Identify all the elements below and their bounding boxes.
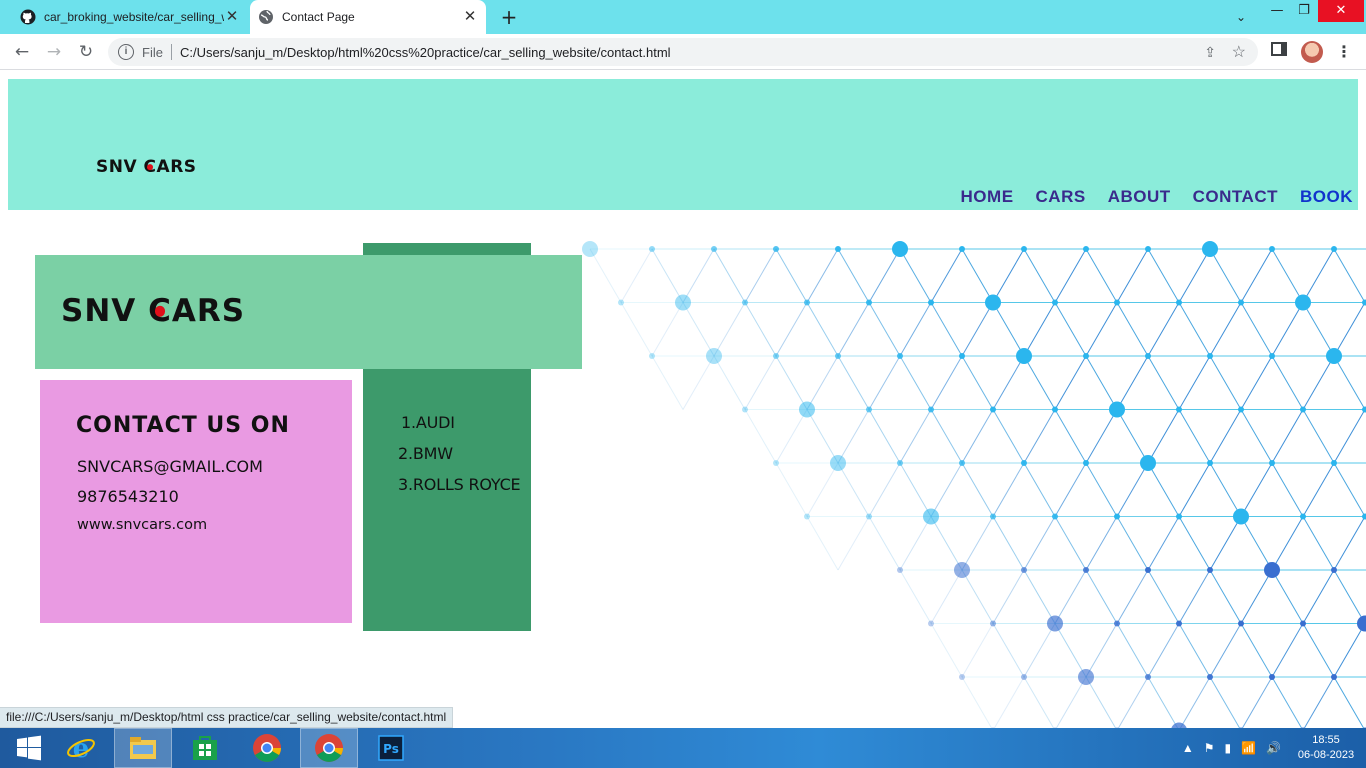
logo-c: C (144, 157, 157, 177)
svg-text:e: e (73, 734, 90, 763)
contact-phone: 9876543210 (77, 487, 179, 506)
windows-start-icon[interactable] (0, 728, 58, 768)
logo-text: ARS (156, 157, 197, 177)
clock-date: 06-08-2023 (1297, 749, 1355, 761)
kebab-menu-icon[interactable]: ⋮ (1336, 40, 1352, 64)
tab-search-chevron-icon[interactable]: ⌄ (1230, 6, 1252, 28)
page-viewport: SNV CARS HOME CARS ABOUT CONTACT BOOK SN… (0, 71, 1366, 728)
close-icon[interactable]: ✕ (224, 9, 240, 25)
address-bar[interactable]: i File C:/Users/sanju_m/Desktop/html%20c… (108, 38, 1258, 66)
action-center-flag-icon[interactable]: ⚑ (1204, 741, 1215, 755)
system-tray: ▲ ⚑ ▮ 📶 🔊 18:55 06-08-2023 (1177, 728, 1366, 768)
banner-logo: SNV CARS (61, 293, 245, 329)
battery-icon[interactable]: ▮ (1224, 741, 1231, 755)
chrome-icon[interactable] (300, 728, 358, 768)
clock[interactable]: 18:55 06-08-2023 (1286, 733, 1366, 763)
logo-red-dot (147, 164, 154, 170)
network-lines (589, 248, 1366, 728)
nav-book[interactable]: BOOK (1300, 187, 1353, 207)
github-icon (20, 9, 36, 25)
window-close-button[interactable]: ✕ (1318, 0, 1364, 22)
close-icon[interactable]: ✕ (462, 9, 478, 25)
contact-email: SNVCARS@GMAIL.COM (77, 457, 263, 476)
tab-label: Contact Page (282, 10, 355, 24)
logo-c: C (148, 293, 172, 329)
file-explorer-icon[interactable] (114, 728, 172, 768)
tab-strip: car_broking_website/car_selling_website … (0, 0, 1366, 34)
chrome-icon[interactable] (238, 728, 296, 768)
info-icon[interactable]: i (118, 44, 134, 60)
volume-icon[interactable]: 🔊 (1266, 741, 1281, 755)
photoshop-icon[interactable]: Ps (362, 728, 420, 768)
logo-text: ARS (171, 293, 246, 329)
share-icon[interactable]: ⇪ (1204, 44, 1216, 61)
list-item: 2.BMW (398, 444, 453, 463)
list-item: 3.ROLLS ROYCE (398, 475, 521, 494)
reload-icon[interactable]: ↻ (74, 40, 98, 64)
svg-text:Ps: Ps (383, 742, 399, 756)
tab-label: car_broking_website/car_selling_website (44, 10, 224, 24)
windows-store-icon[interactable] (176, 728, 234, 768)
logo-red-dot (154, 305, 166, 317)
globe-icon (258, 9, 274, 25)
scheme-label: File (142, 44, 163, 60)
back-arrow-icon[interactable]: ← (10, 40, 34, 64)
browser-toolbar: ← → ↻ i File C:/Users/sanju_m/Desktop/ht… (0, 34, 1366, 70)
car-list: 1.AUDI 2.BMW 3.ROLLS ROYCE (398, 407, 521, 500)
site-header: SNV CARS HOME CARS ABOUT CONTACT BOOK (8, 79, 1358, 210)
header-logo[interactable]: SNV CARS (96, 157, 197, 177)
show-hidden-icons-icon[interactable]: ▲ (1182, 741, 1194, 755)
link-status-bar: file:///C:/Users/sanju_m/Desktop/html cs… (0, 707, 454, 728)
new-tab-button[interactable]: + (498, 6, 520, 28)
divider (170, 44, 172, 60)
brand-banner: SNV CARS (35, 255, 582, 369)
main-nav: HOME CARS ABOUT CONTACT BOOK (961, 187, 1353, 207)
side-panel-icon[interactable] (1271, 42, 1287, 56)
contact-website: www.snvcars.com (77, 517, 208, 533)
nav-home[interactable]: HOME (961, 187, 1014, 207)
clock-time: 18:55 (1312, 734, 1340, 746)
restore-button[interactable]: ❐ (1293, 0, 1315, 22)
internet-explorer-icon[interactable]: e (52, 728, 110, 768)
logo-text: SNV (61, 293, 149, 329)
nav-cars[interactable]: CARS (1036, 187, 1086, 207)
contact-title: CONTACT US ON (76, 413, 290, 438)
tab-github[interactable]: car_broking_website/car_selling_website … (12, 0, 248, 34)
logo-text: SNV (96, 157, 144, 177)
windows-taskbar: e Ps ▲ ⚑ ▮ 📶 🔊 18:55 06-08-2023 (0, 728, 1366, 768)
contact-card: CONTACT US ON SNVCARS@GMAIL.COM 98765432… (40, 380, 352, 623)
bookmark-star-icon[interactable]: ☆ (1232, 42, 1246, 62)
nav-contact[interactable]: CONTACT (1193, 187, 1278, 207)
url-text[interactable]: C:/Users/sanju_m/Desktop/html%20css%20pr… (180, 45, 671, 60)
minimize-button[interactable]: — (1266, 0, 1288, 22)
tab-contact-page[interactable]: Contact Page ✕ (250, 0, 486, 34)
list-item: 1.AUDI (401, 413, 455, 432)
profile-avatar[interactable] (1301, 41, 1323, 63)
forward-arrow-icon[interactable]: → (42, 40, 66, 64)
signal-icon[interactable]: 📶 (1241, 741, 1256, 755)
nav-about[interactable]: ABOUT (1108, 187, 1171, 207)
